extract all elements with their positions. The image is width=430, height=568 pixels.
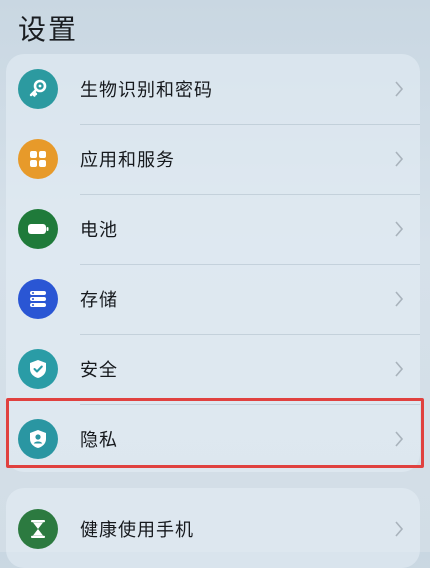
page-title: 设置 [18, 13, 79, 46]
settings-item-battery[interactable]: 电池 [6, 194, 420, 264]
battery-icon [18, 209, 58, 249]
shield-check-icon [18, 349, 58, 389]
privacy-highlight-box [6, 398, 424, 468]
chevron-right-icon [392, 219, 406, 239]
settings-item-apps[interactable]: 应用和服务 [6, 124, 420, 194]
chevron-right-icon [392, 359, 406, 379]
key-icon [18, 69, 58, 109]
settings-item-label: 应用和服务 [80, 150, 175, 171]
settings-item-label: 生物识别和密码 [80, 80, 213, 101]
settings-item-label: 安全 [80, 360, 118, 381]
chevron-right-icon [392, 79, 406, 99]
chevron-right-icon [392, 149, 406, 169]
chevron-right-icon [392, 519, 406, 539]
settings-item-security[interactable]: 安全 [6, 334, 420, 404]
settings-item-label: 存储 [80, 290, 118, 311]
settings-item-storage[interactable]: 存储 [6, 264, 420, 334]
chevron-right-icon [392, 289, 406, 309]
hourglass-icon [18, 509, 58, 549]
apps-grid-icon [18, 139, 58, 179]
settings-item-label: 健康使用手机 [80, 520, 194, 541]
settings-card-wellbeing: 健康使用手机 [6, 488, 420, 568]
settings-item-label: 电池 [80, 220, 118, 241]
settings-item-wellbeing[interactable]: 健康使用手机 [6, 494, 420, 564]
settings-item-biometrics[interactable]: 生物识别和密码 [6, 54, 420, 124]
storage-icon [18, 279, 58, 319]
